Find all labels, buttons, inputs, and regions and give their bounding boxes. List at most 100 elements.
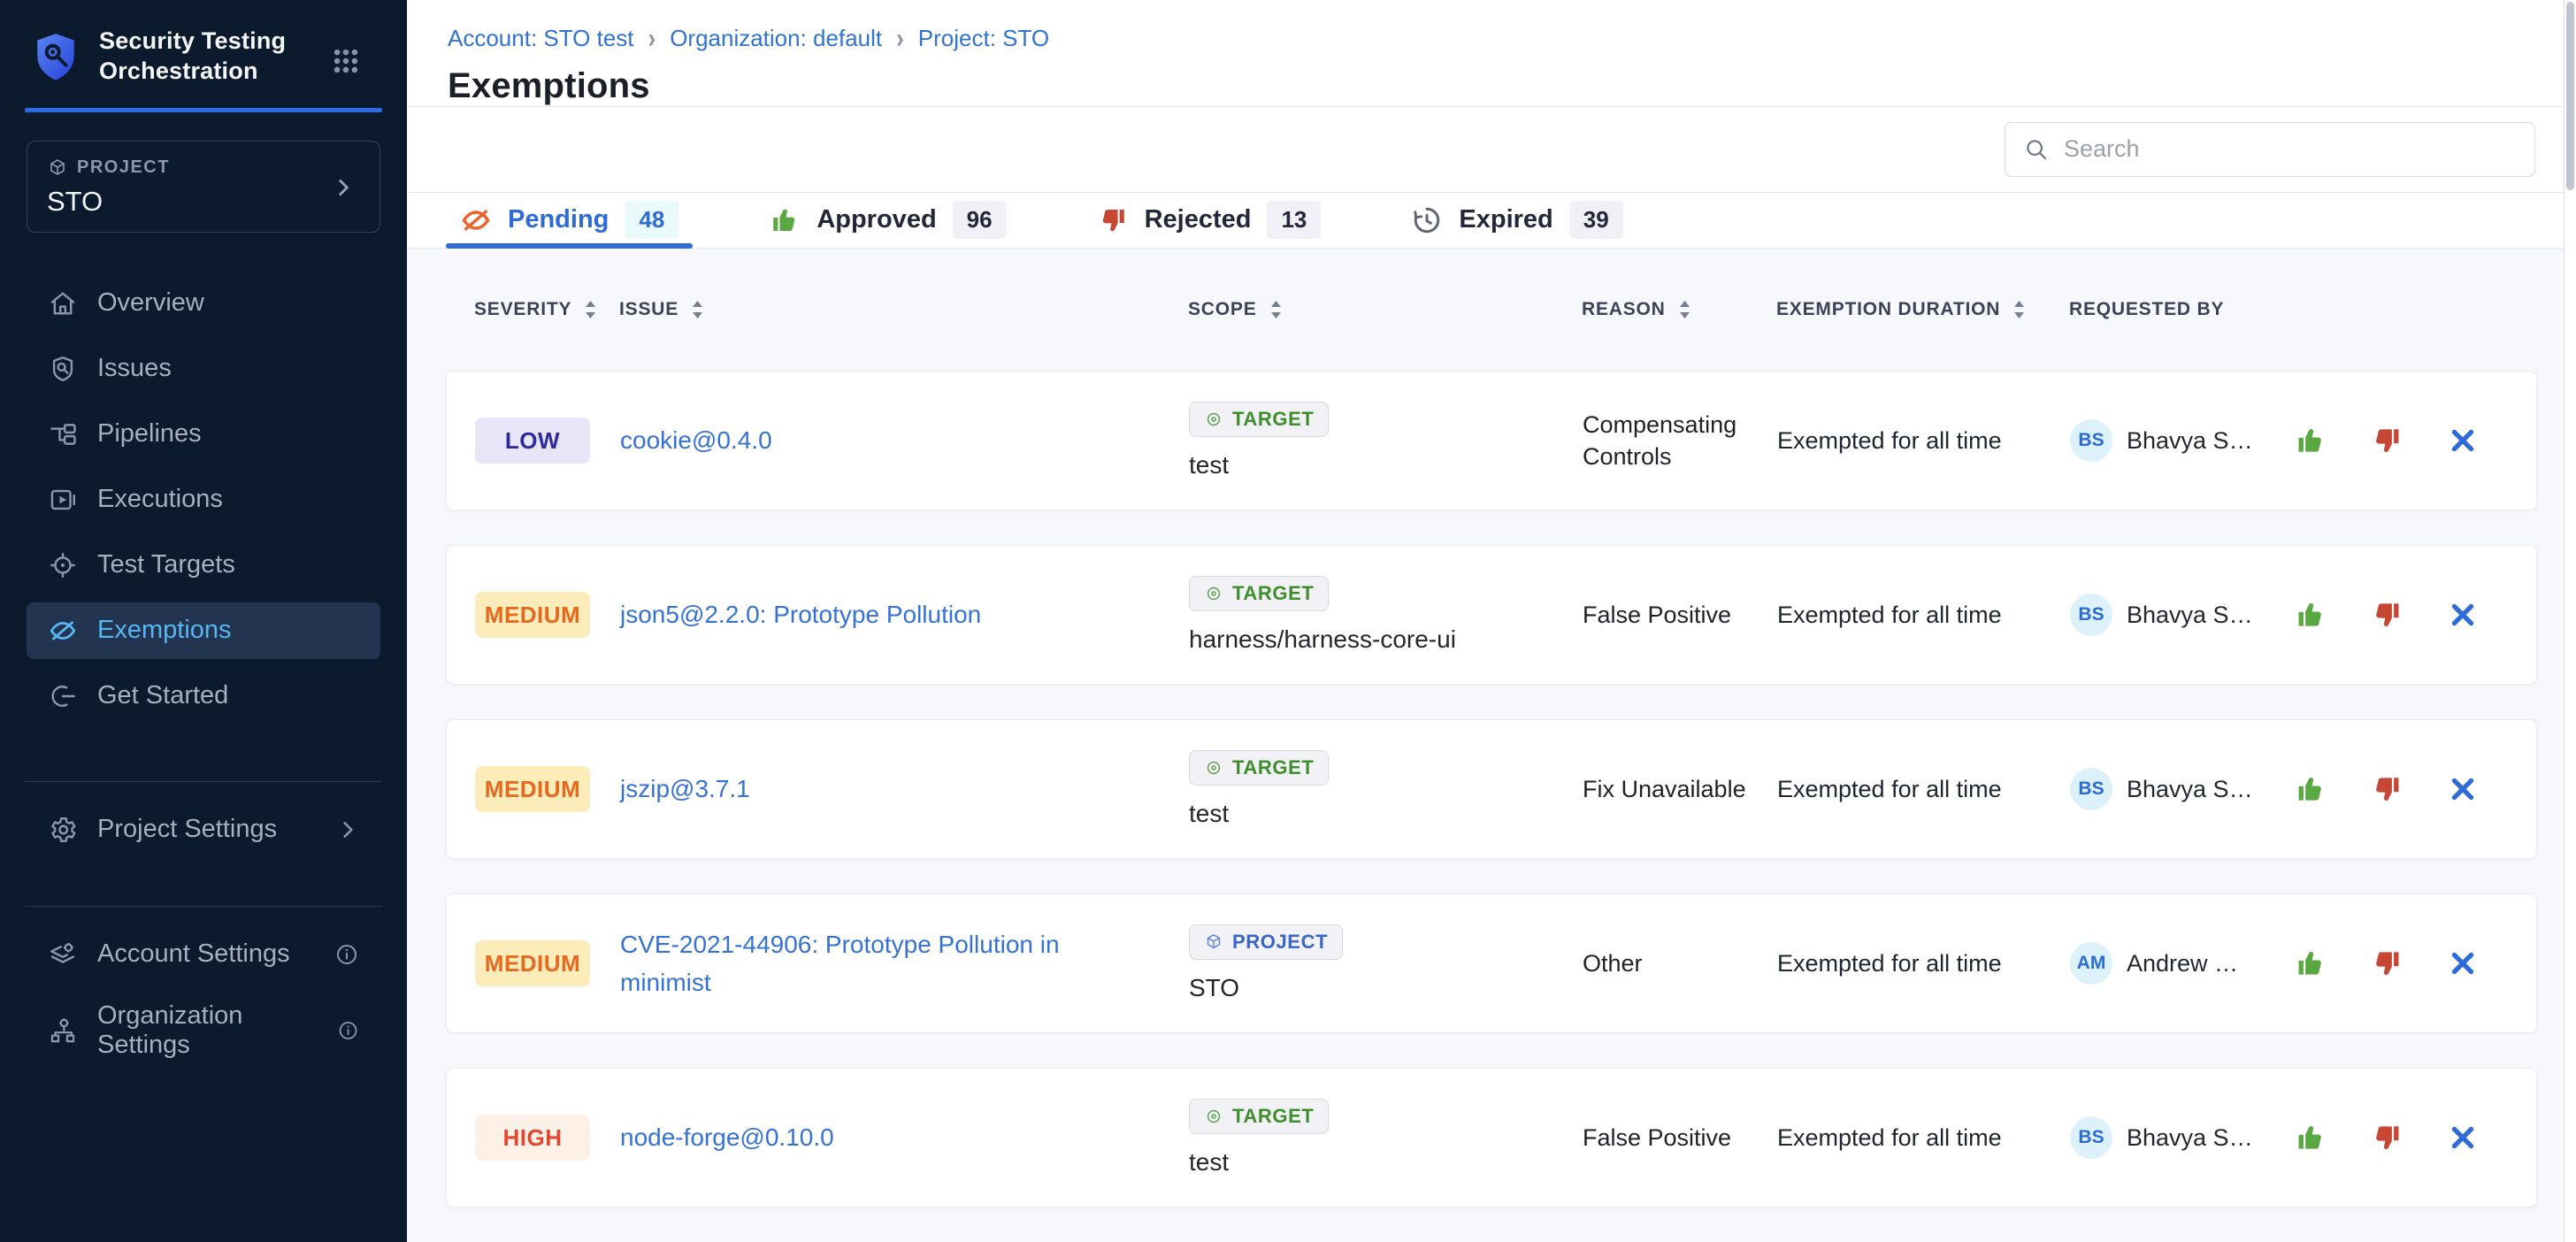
tabbar: Pending 48 Approved 96	[407, 193, 2576, 249]
column-header-reason[interactable]: REASON	[1582, 299, 1776, 320]
column-header-exemption-duration[interactable]: EXEMPTION DURATION	[1776, 299, 2069, 320]
org-hierarchy-gear-icon	[48, 1016, 78, 1046]
scope-type-label: TARGET	[1232, 1105, 1314, 1128]
chevron-right-icon	[336, 818, 359, 841]
sidebar-item-executions[interactable]: Executions	[27, 472, 380, 528]
sort-icon	[1676, 299, 1693, 320]
approve-button[interactable]	[2293, 1120, 2328, 1155]
project-selector-label: PROJECT	[77, 157, 170, 178]
cancel-button[interactable]	[2445, 597, 2480, 632]
cancel-button[interactable]	[2445, 771, 2480, 807]
avatar: BS	[2070, 594, 2112, 636]
app-title: Security Testing Orchestration	[99, 27, 322, 87]
duration-text: Exempted for all time	[1777, 602, 2002, 628]
target-icon	[1204, 1107, 1223, 1126]
sidebar-item-exemptions[interactable]: Exemptions	[27, 602, 380, 659]
app-switcher-grid-icon[interactable]	[331, 46, 361, 76]
requested-by-cell: BS Bhavya S…	[2070, 419, 2291, 462]
breadcrumb: Account: STO test › Organization: defaul…	[448, 25, 2576, 52]
eye-off-icon	[460, 204, 492, 236]
requested-by-cell: BS Bhavya S…	[2070, 1116, 2291, 1159]
sidebar-item-overview[interactable]: Overview	[27, 275, 380, 332]
thumbs-down-icon	[1097, 204, 1129, 236]
sidebar-item-issues[interactable]: Issues	[27, 341, 380, 397]
project-selector[interactable]: PROJECT STO	[27, 141, 380, 233]
sidebar-item-project-settings[interactable]: Project Settings	[27, 801, 380, 858]
scope-type-badge: TARGET	[1189, 1099, 1329, 1134]
thumbs-up-icon	[2294, 772, 2327, 806]
avatar: BS	[2070, 768, 2112, 810]
cancel-button[interactable]	[2445, 946, 2480, 981]
column-header-issue[interactable]: ISSUE	[619, 299, 1188, 320]
sidebar-item-label: Project Settings	[97, 815, 277, 844]
reject-button[interactable]	[2369, 423, 2404, 458]
requested-by-cell: BS Bhavya S…	[2070, 594, 2291, 636]
tab-label: Expired	[1459, 205, 1552, 234]
target-icon	[1204, 758, 1223, 778]
approve-button[interactable]	[2293, 423, 2328, 458]
tab-label: Approved	[816, 205, 936, 234]
approve-button[interactable]	[2293, 946, 2328, 981]
requested-by-cell: BS Bhavya S…	[2070, 768, 2291, 810]
sidebar-item-test-targets[interactable]: Test Targets	[27, 537, 380, 594]
approve-button[interactable]	[2293, 771, 2328, 807]
search-input[interactable]	[2064, 135, 2517, 163]
cancel-button[interactable]	[2445, 423, 2480, 458]
scope-cell: PROJECT STO	[1189, 924, 1583, 1002]
target-crosshair-icon	[48, 550, 78, 580]
sidebar-item-pipelines[interactable]: Pipelines	[27, 406, 380, 463]
breadcrumb-account-link[interactable]: Account: STO test	[448, 25, 634, 52]
thumbs-up-icon	[2294, 598, 2327, 632]
cancel-button[interactable]	[2445, 1120, 2480, 1155]
info-icon[interactable]	[337, 1018, 359, 1043]
issue-link[interactable]: cookie@0.4.0	[620, 421, 813, 459]
sidebar-item-get-started[interactable]: Get Started	[27, 668, 380, 724]
table-header-row: SEVERITY ISSUE SCOPE REASON EXEMPTION DU…	[407, 249, 2576, 371]
sto-shield-logo-icon	[34, 32, 78, 83]
close-x-icon	[2446, 598, 2480, 632]
tab-pending[interactable]: Pending 48	[446, 193, 693, 248]
duration-text: Exempted for all time	[1777, 950, 2002, 977]
reject-button[interactable]	[2369, 597, 2404, 632]
reject-button[interactable]	[2369, 771, 2404, 807]
breadcrumb-organization-link[interactable]: Organization: default	[670, 25, 882, 52]
breadcrumb-separator-icon: ›	[896, 22, 904, 55]
issue-link[interactable]: jszip@3.7.1	[620, 770, 791, 808]
sort-icon	[582, 299, 599, 320]
sort-icon	[2011, 299, 2028, 320]
tab-rejected[interactable]: Rejected 13	[1083, 193, 1336, 248]
thumbs-up-icon	[2294, 424, 2327, 457]
search-icon	[2023, 136, 2050, 163]
tab-expired[interactable]: Expired 39	[1397, 193, 1637, 248]
issue-link[interactable]: node-forge@0.10.0	[620, 1118, 875, 1156]
breadcrumb-separator-icon: ›	[648, 22, 656, 55]
scrollbar-thumb[interactable]	[2566, 2, 2574, 190]
sidebar-item-label: Test Targets	[97, 550, 235, 579]
column-header-label: SEVERITY	[474, 299, 571, 320]
vertical-scrollbar[interactable]	[2564, 0, 2576, 1242]
tab-approved[interactable]: Approved 96	[755, 193, 1020, 248]
close-x-icon	[2446, 947, 2480, 980]
issue-link[interactable]: CVE-2021-44906: Prototype Pollution in m…	[620, 925, 1189, 1002]
column-header-severity[interactable]: SEVERITY	[474, 299, 619, 320]
avatar: BS	[2070, 419, 2112, 462]
scope-cell: TARGET harness/harness-core-ui	[1189, 576, 1583, 654]
approve-button[interactable]	[2293, 597, 2328, 632]
info-icon[interactable]	[334, 942, 359, 967]
severity-badge: MEDIUM	[475, 592, 590, 638]
scope-type-badge: TARGET	[1189, 402, 1329, 437]
gear-icon	[48, 815, 78, 845]
search-box	[2005, 122, 2535, 177]
reject-button[interactable]	[2369, 946, 2404, 981]
layers-gear-icon	[48, 939, 78, 970]
requested-by-name: Bhavya S…	[2127, 427, 2253, 455]
reject-button[interactable]	[2369, 1120, 2404, 1155]
sidebar-item-account-settings[interactable]: Account Settings	[27, 926, 380, 983]
reason-text: Fix Unavailable	[1583, 773, 1777, 805]
breadcrumb-project-link[interactable]: Project: STO	[918, 25, 1049, 52]
scope-name: test	[1189, 1148, 1229, 1177]
issue-link[interactable]: json5@2.2.0: Prototype Pollution	[620, 595, 1022, 633]
column-header-scope[interactable]: SCOPE	[1188, 299, 1582, 320]
sidebar-item-organization-settings[interactable]: Organization Settings	[27, 1002, 380, 1059]
target-icon	[1204, 410, 1223, 429]
